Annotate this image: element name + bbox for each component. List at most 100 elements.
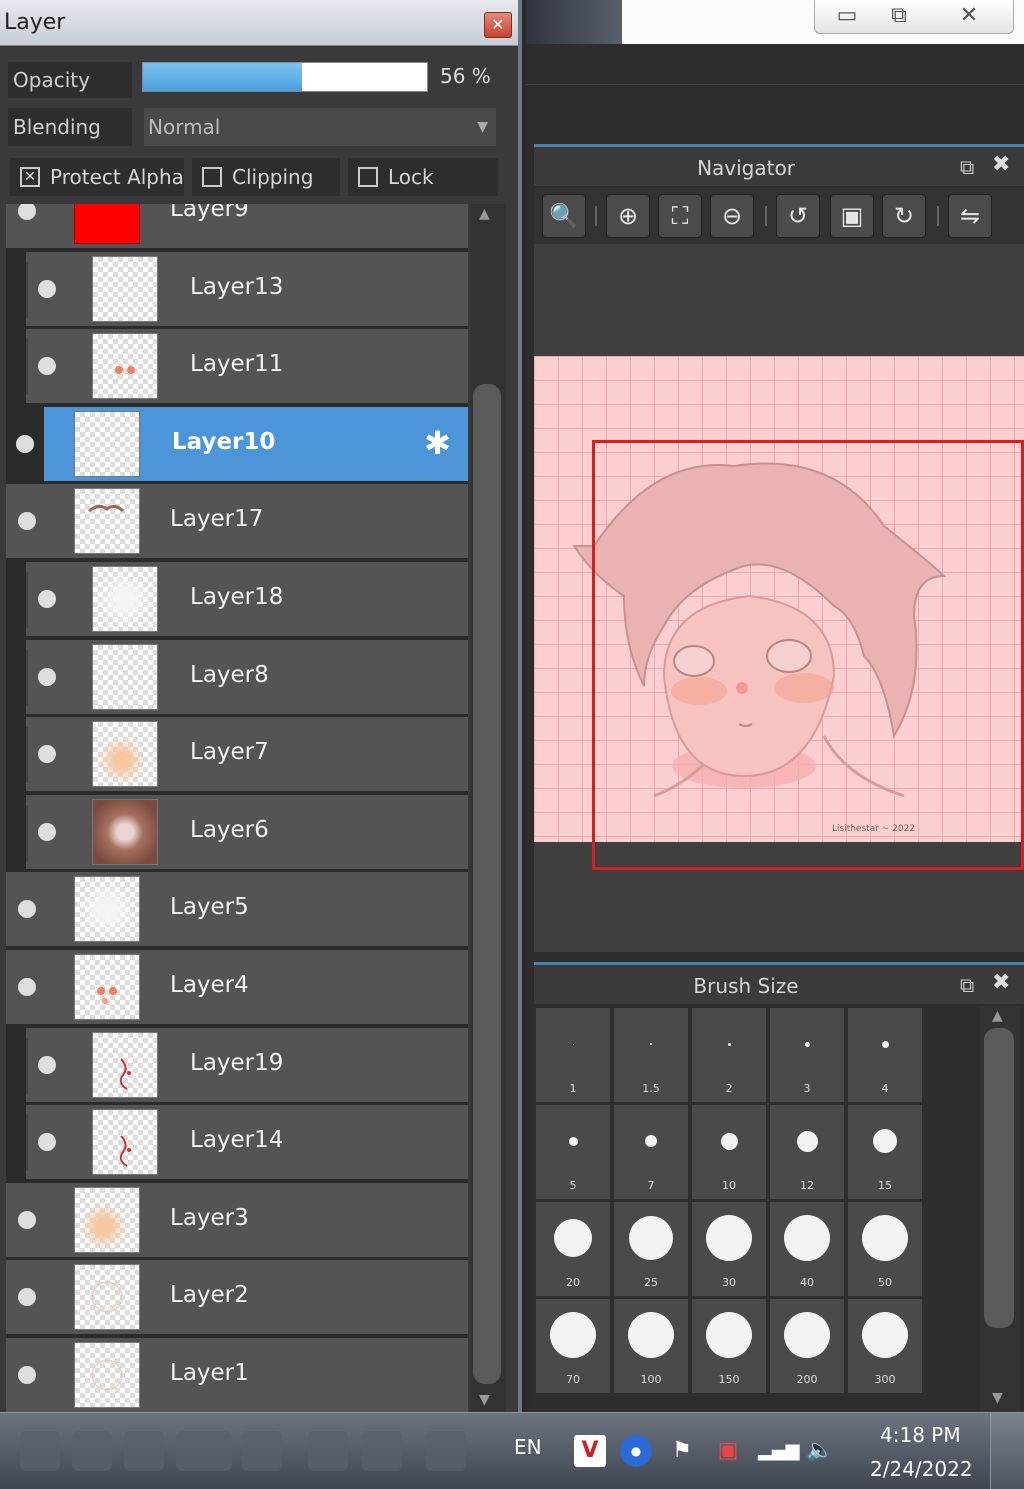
popout-icon[interactable]: ⧉	[960, 973, 974, 997]
rotate-right-icon[interactable]: ↻	[882, 194, 926, 238]
taskbar-app-icon[interactable]	[362, 1431, 402, 1471]
layer-name[interactable]: Layer2	[170, 1282, 249, 1308]
layer-list-scrollbar[interactable]: ▲ ▼	[470, 204, 506, 1412]
taskbar-app-icon[interactable]	[308, 1431, 348, 1471]
brush-size-option[interactable]: 70	[536, 1299, 610, 1393]
taskbar-app-icon[interactable]	[242, 1431, 282, 1471]
scroll-up-icon[interactable]: ▲	[992, 1008, 1003, 1024]
visibility-toggle-icon[interactable]	[38, 590, 56, 608]
layer-name[interactable]: Layer8	[190, 662, 269, 688]
layer-name[interactable]: Layer1	[170, 1360, 249, 1386]
visibility-toggle-icon[interactable]	[18, 204, 36, 220]
layer-name[interactable]: Layer14	[190, 1127, 283, 1153]
taskbar-app-icon[interactable]	[72, 1431, 112, 1471]
layer-row[interactable]: Layer18	[26, 562, 468, 638]
scroll-up-icon[interactable]: ▲	[479, 206, 490, 222]
visibility-toggle-icon[interactable]	[18, 978, 36, 996]
layer-row[interactable]: Layer11	[26, 329, 468, 405]
layer-row[interactable]: Layer14	[26, 1105, 468, 1181]
navigator-close-icon[interactable]: ✖	[992, 152, 1010, 177]
blending-select[interactable]: Normal ▼	[144, 108, 496, 146]
brush-size-option[interactable]: 100	[614, 1299, 688, 1393]
brush-size-option[interactable]: 7	[614, 1105, 688, 1199]
network-alert-icon[interactable]: ▣	[712, 1435, 744, 1467]
layer-row[interactable]: Layer4	[6, 950, 468, 1026]
brush-size-option[interactable]: 1	[536, 1008, 610, 1102]
layer-row[interactable]: Layer2	[6, 1260, 468, 1336]
scroll-down-icon[interactable]: ▼	[992, 1390, 1003, 1406]
taskbar-app-icon[interactable]	[426, 1431, 466, 1471]
layer-name[interactable]: Layer18	[190, 584, 283, 610]
brush-size-option[interactable]: 200	[770, 1299, 844, 1393]
signal-icon[interactable]: ▂▄▆	[758, 1435, 800, 1467]
layer-row[interactable]: Layer13	[26, 252, 468, 328]
flag-icon[interactable]: ⚑	[666, 1435, 698, 1467]
lock-checkbox[interactable]: Lock	[348, 158, 498, 196]
zoom-out-icon[interactable]: ⊖	[710, 194, 754, 238]
navigator-view-rectangle[interactable]	[592, 440, 1024, 870]
clock-time[interactable]: 4:18 PM	[880, 1423, 961, 1447]
brush-size-option[interactable]: 40	[770, 1202, 844, 1296]
window-close-button[interactable]: ✕	[927, 2, 1011, 30]
brush-size-option[interactable]: 3	[770, 1008, 844, 1102]
brush-size-option[interactable]: 15	[848, 1105, 922, 1199]
taskbar-app-icon[interactable]	[176, 1431, 232, 1471]
visibility-toggle-icon[interactable]	[38, 357, 56, 375]
brush-size-scrollbar[interactable]: ▲ ▼	[980, 1006, 1020, 1412]
visibility-toggle-icon[interactable]	[38, 823, 56, 841]
clipping-checkbox[interactable]: Clipping	[192, 158, 340, 196]
layer-row[interactable]: Layer5	[6, 872, 468, 948]
flip-icon[interactable]: ⇋	[948, 194, 992, 238]
brush-size-option[interactable]: 10	[692, 1105, 766, 1199]
visibility-toggle-icon[interactable]	[18, 1211, 36, 1229]
layer-name[interactable]: Layer7	[190, 739, 269, 765]
scrollbar-thumb[interactable]	[984, 1028, 1014, 1328]
layer-row[interactable]: Layer1	[6, 1338, 468, 1412]
brush-size-option[interactable]: 5	[536, 1105, 610, 1199]
brush-size-option[interactable]: 12	[770, 1105, 844, 1199]
layer-list[interactable]: Layer9 Layer13 Layer11 Layer10 ✱ Layer17 Layer…	[6, 204, 468, 1412]
brush-size-option[interactable]: 30	[692, 1202, 766, 1296]
layer-row[interactable]: Layer10 ✱	[16, 407, 468, 483]
gear-icon[interactable]: ✱	[424, 427, 451, 459]
popout-icon[interactable]: ⧉	[960, 155, 974, 179]
scrollbar-thumb[interactable]	[473, 384, 501, 1384]
visibility-toggle-icon[interactable]	[16, 435, 34, 453]
zoom-actual-icon[interactable]: 🔍	[542, 194, 586, 238]
zoom-in-icon[interactable]: ⊕	[606, 194, 650, 238]
fullscreen-icon[interactable]: ▣	[830, 194, 874, 238]
layer-name[interactable]: Layer13	[190, 274, 283, 300]
rotate-left-icon[interactable]: ↺	[776, 194, 820, 238]
layer-name[interactable]: Layer4	[170, 972, 249, 998]
fit-icon[interactable]: ⛶	[658, 194, 702, 238]
brush-size-option[interactable]: 4	[848, 1008, 922, 1102]
brush-size-option[interactable]: 50	[848, 1202, 922, 1296]
show-desktop-button[interactable]	[990, 1413, 1024, 1489]
taskbar-app-icon[interactable]	[20, 1431, 60, 1471]
layer-name[interactable]: Layer9	[170, 204, 249, 222]
layer-row[interactable]: Layer7	[26, 717, 468, 793]
brush-size-option[interactable]: 300	[848, 1299, 922, 1393]
brush-size-option[interactable]: 20	[536, 1202, 610, 1296]
layer-panel-titlebar[interactable]: Layer ✕	[0, 0, 518, 46]
brush-size-option[interactable]: 150	[692, 1299, 766, 1393]
layer-name[interactable]: Layer19	[190, 1050, 283, 1076]
volume-icon[interactable]: 🔈	[804, 1435, 836, 1467]
layer-name[interactable]: Layer10	[172, 429, 275, 455]
taskbar-app-icon[interactable]	[124, 1431, 164, 1471]
layer-name[interactable]: Layer11	[190, 351, 283, 377]
layer-row[interactable]: Layer3	[6, 1183, 468, 1259]
visibility-toggle-icon[interactable]	[18, 1288, 36, 1306]
layer-row[interactable]: Layer9	[6, 204, 468, 250]
protect-alpha-checkbox[interactable]: ✕ Protect Alpha	[10, 158, 184, 196]
app-tray-icon[interactable]: ●	[620, 1435, 652, 1467]
visibility-toggle-icon[interactable]	[18, 512, 36, 530]
layer-row[interactable]: Layer17	[6, 484, 468, 560]
layer-name[interactable]: Layer17	[170, 506, 263, 532]
brush-size-option[interactable]: 2	[692, 1008, 766, 1102]
layer-row[interactable]: Layer6	[26, 795, 468, 871]
brush-size-option[interactable]: 25	[614, 1202, 688, 1296]
visibility-toggle-icon[interactable]	[38, 745, 56, 763]
brush-size-close-icon[interactable]: ✖	[992, 970, 1010, 995]
visibility-toggle-icon[interactable]	[38, 668, 56, 686]
